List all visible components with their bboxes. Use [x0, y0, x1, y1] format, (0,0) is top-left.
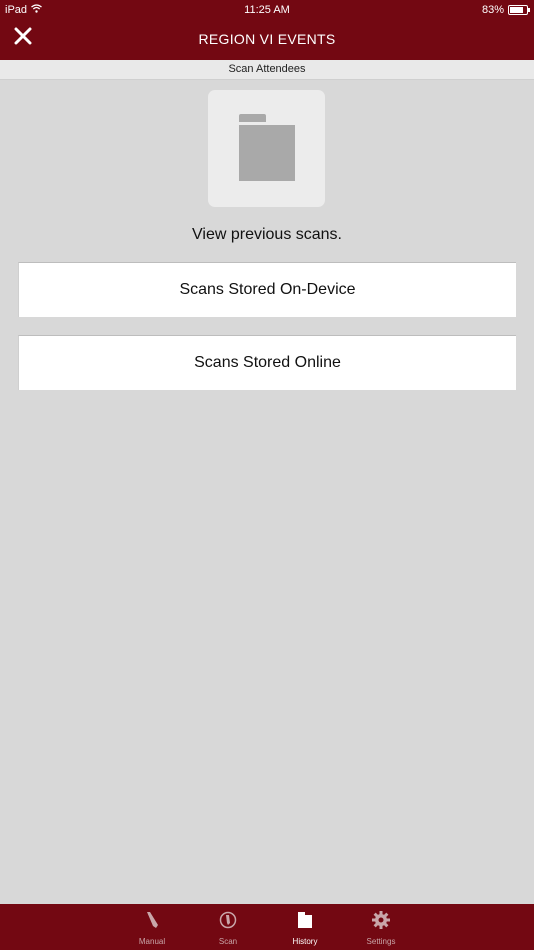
nav-bar: REGION VI EVENTS: [0, 20, 534, 60]
tab-manual[interactable]: Manual: [122, 904, 182, 950]
tab-label: Settings: [366, 937, 396, 946]
folder-tile: [208, 90, 325, 207]
section-title: Scan Attendees: [0, 60, 534, 80]
status-time: 11:25 AM: [244, 4, 290, 16]
gear-icon: [371, 910, 391, 930]
battery-icon: [508, 5, 530, 15]
tab-label: History: [292, 937, 318, 946]
prompt-text: View previous scans.: [192, 226, 342, 243]
battery-level: [510, 7, 524, 13]
button-label: Scans Stored On-Device: [179, 281, 356, 298]
pencil-icon: [142, 910, 162, 930]
tab-label: Manual: [138, 937, 166, 946]
button-label: Scans Stored Online: [194, 354, 341, 371]
app-header: iPad 11:25 AM 83% REGION VI EVENTS: [0, 0, 534, 60]
scans-online-button[interactable]: Scans Stored Online: [18, 335, 516, 390]
scan-icon: [218, 910, 238, 930]
tab-settings[interactable]: Settings: [351, 904, 411, 950]
tab-history[interactable]: History: [275, 904, 335, 950]
page-title: REGION VI EVENTS: [198, 31, 336, 47]
tab-label: Scan: [218, 937, 238, 946]
battery-percent: 83%: [481, 4, 504, 16]
status-bar: iPad 11:25 AM 83%: [0, 0, 534, 20]
scans-on-device-button[interactable]: Scans Stored On-Device: [18, 262, 516, 317]
history-folder-icon: [295, 910, 315, 930]
tab-scan[interactable]: Scan: [198, 904, 258, 950]
tab-bar: Manual Scan History Settings: [0, 904, 534, 950]
status-right: 83%: [481, 4, 530, 16]
